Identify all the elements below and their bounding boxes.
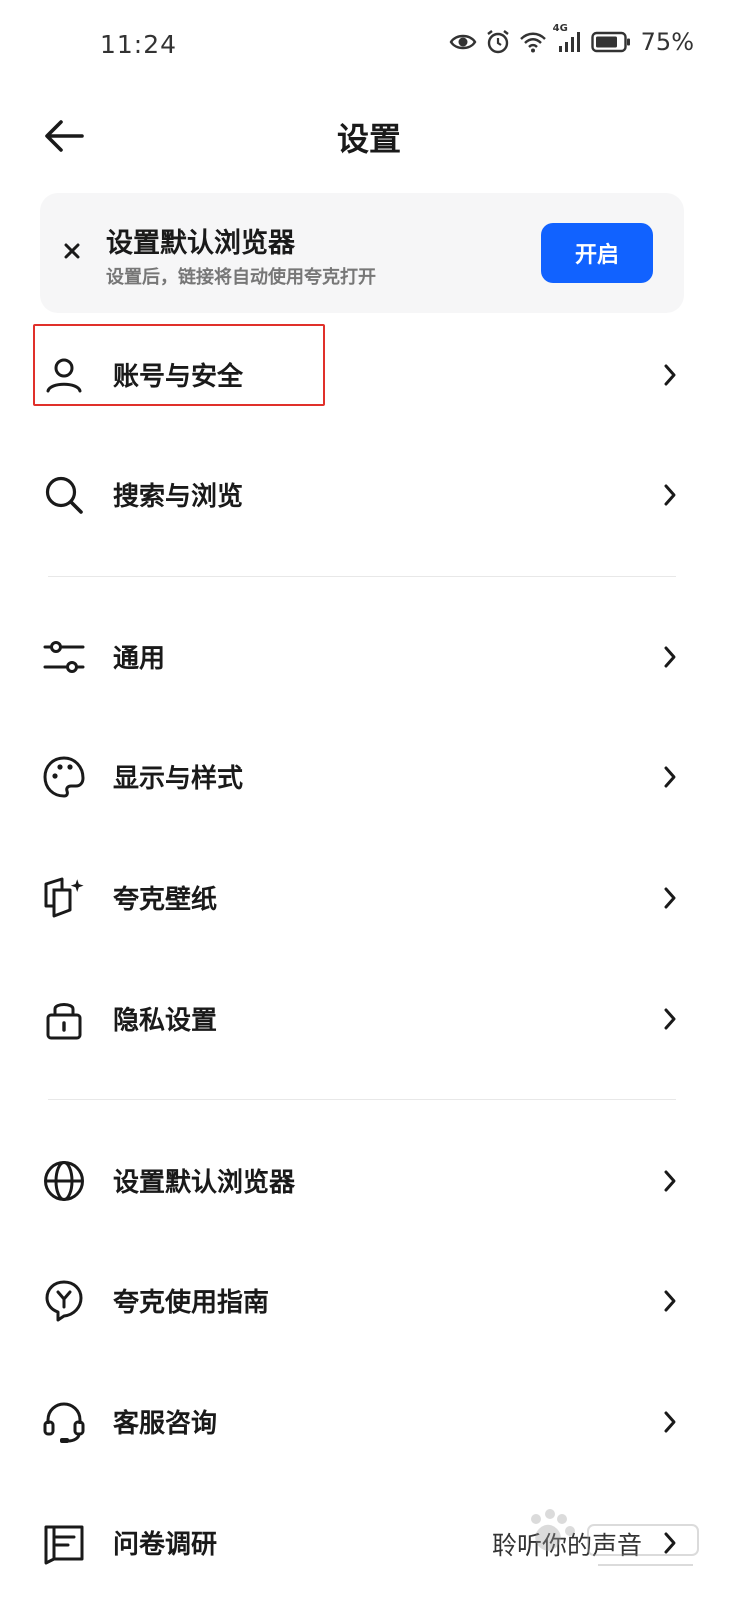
chevron-right-icon [662,1167,678,1195]
menu-item-label: 夸克壁纸 [113,885,218,915]
chevron-right-icon [662,1005,678,1033]
menu-item-guide[interactable]: 夸克使用指南 [0,1251,738,1351]
menu-item-customer-service[interactable]: 客服咨询 [0,1372,738,1472]
status-bar: 11:24 4G 75% [0,0,738,90]
menu-item-display-style[interactable]: 显示与样式 [0,727,738,827]
chevron-right-icon [662,361,678,389]
sliders-icon [42,635,86,679]
menu-item-default-browser[interactable]: 设置默认浏览器 [0,1131,738,1231]
menu-item-general[interactable]: 通用 [0,607,738,707]
network-type: 4G [552,23,568,34]
menu-item-label: 设置默认浏览器 [113,1168,296,1198]
cellular-signal-icon: 4G [553,23,583,53]
menu-item-label: 显示与样式 [113,764,244,794]
menu-item-label: 通用 [113,644,166,674]
menu-item-label: 搜索与浏览 [113,482,244,512]
status-time: 11:24 [100,30,178,59]
chevron-right-icon [662,1408,678,1436]
page-title: 设置 [336,120,401,158]
menu-item-search-browse[interactable]: 搜索与浏览 [0,445,738,545]
chevron-right-icon [662,1287,678,1315]
headset-icon [42,1400,86,1444]
divider [48,576,676,577]
menu-item-wallpaper[interactable]: 夸克壁纸 [0,848,738,948]
lock-icon [42,997,86,1041]
battery-percentage: 75% [640,28,694,56]
battery-icon [590,31,631,53]
banner-close-button[interactable] [54,233,90,269]
menu-item-label: 客服咨询 [113,1409,218,1439]
alarm-icon [485,29,511,55]
banner-subtitle: 设置后，链接将自动使用夸克打开 [106,267,376,288]
banner-title: 设置默认浏览器 [106,228,295,259]
default-browser-banner: 设置默认浏览器 设置后，链接将自动使用夸克打开 开启 [40,193,684,313]
header: 设置 [0,100,738,170]
enable-button[interactable]: 开启 [541,223,653,283]
search-icon [42,473,86,517]
palette-icon [42,755,86,799]
menu-item-label: 夸克使用指南 [113,1288,270,1318]
menu-item-label: 问卷调研 [113,1530,218,1560]
globe-icon [42,1159,86,1203]
wifi-icon [519,31,547,53]
chevron-right-icon [662,884,678,912]
chevron-right-icon [662,643,678,671]
baidu-watermark-logo [498,1505,708,1585]
eye-icon [449,32,477,52]
survey-icon [42,1521,86,1565]
chevron-right-icon [662,763,678,791]
menu-item-privacy[interactable]: 隐私设置 [0,969,738,1069]
chevron-right-icon [662,481,678,509]
menu-item-label: 账号与安全 [113,362,244,392]
wallpaper-icon [42,876,86,920]
menu-item-label: 隐私设置 [113,1006,218,1036]
close-icon [64,243,80,259]
divider [48,1099,676,1100]
status-icons: 4G 75% [449,23,694,56]
menu-item-account-security[interactable]: 账号与安全 [0,325,738,425]
user-icon [42,353,86,397]
guide-icon [42,1279,86,1323]
